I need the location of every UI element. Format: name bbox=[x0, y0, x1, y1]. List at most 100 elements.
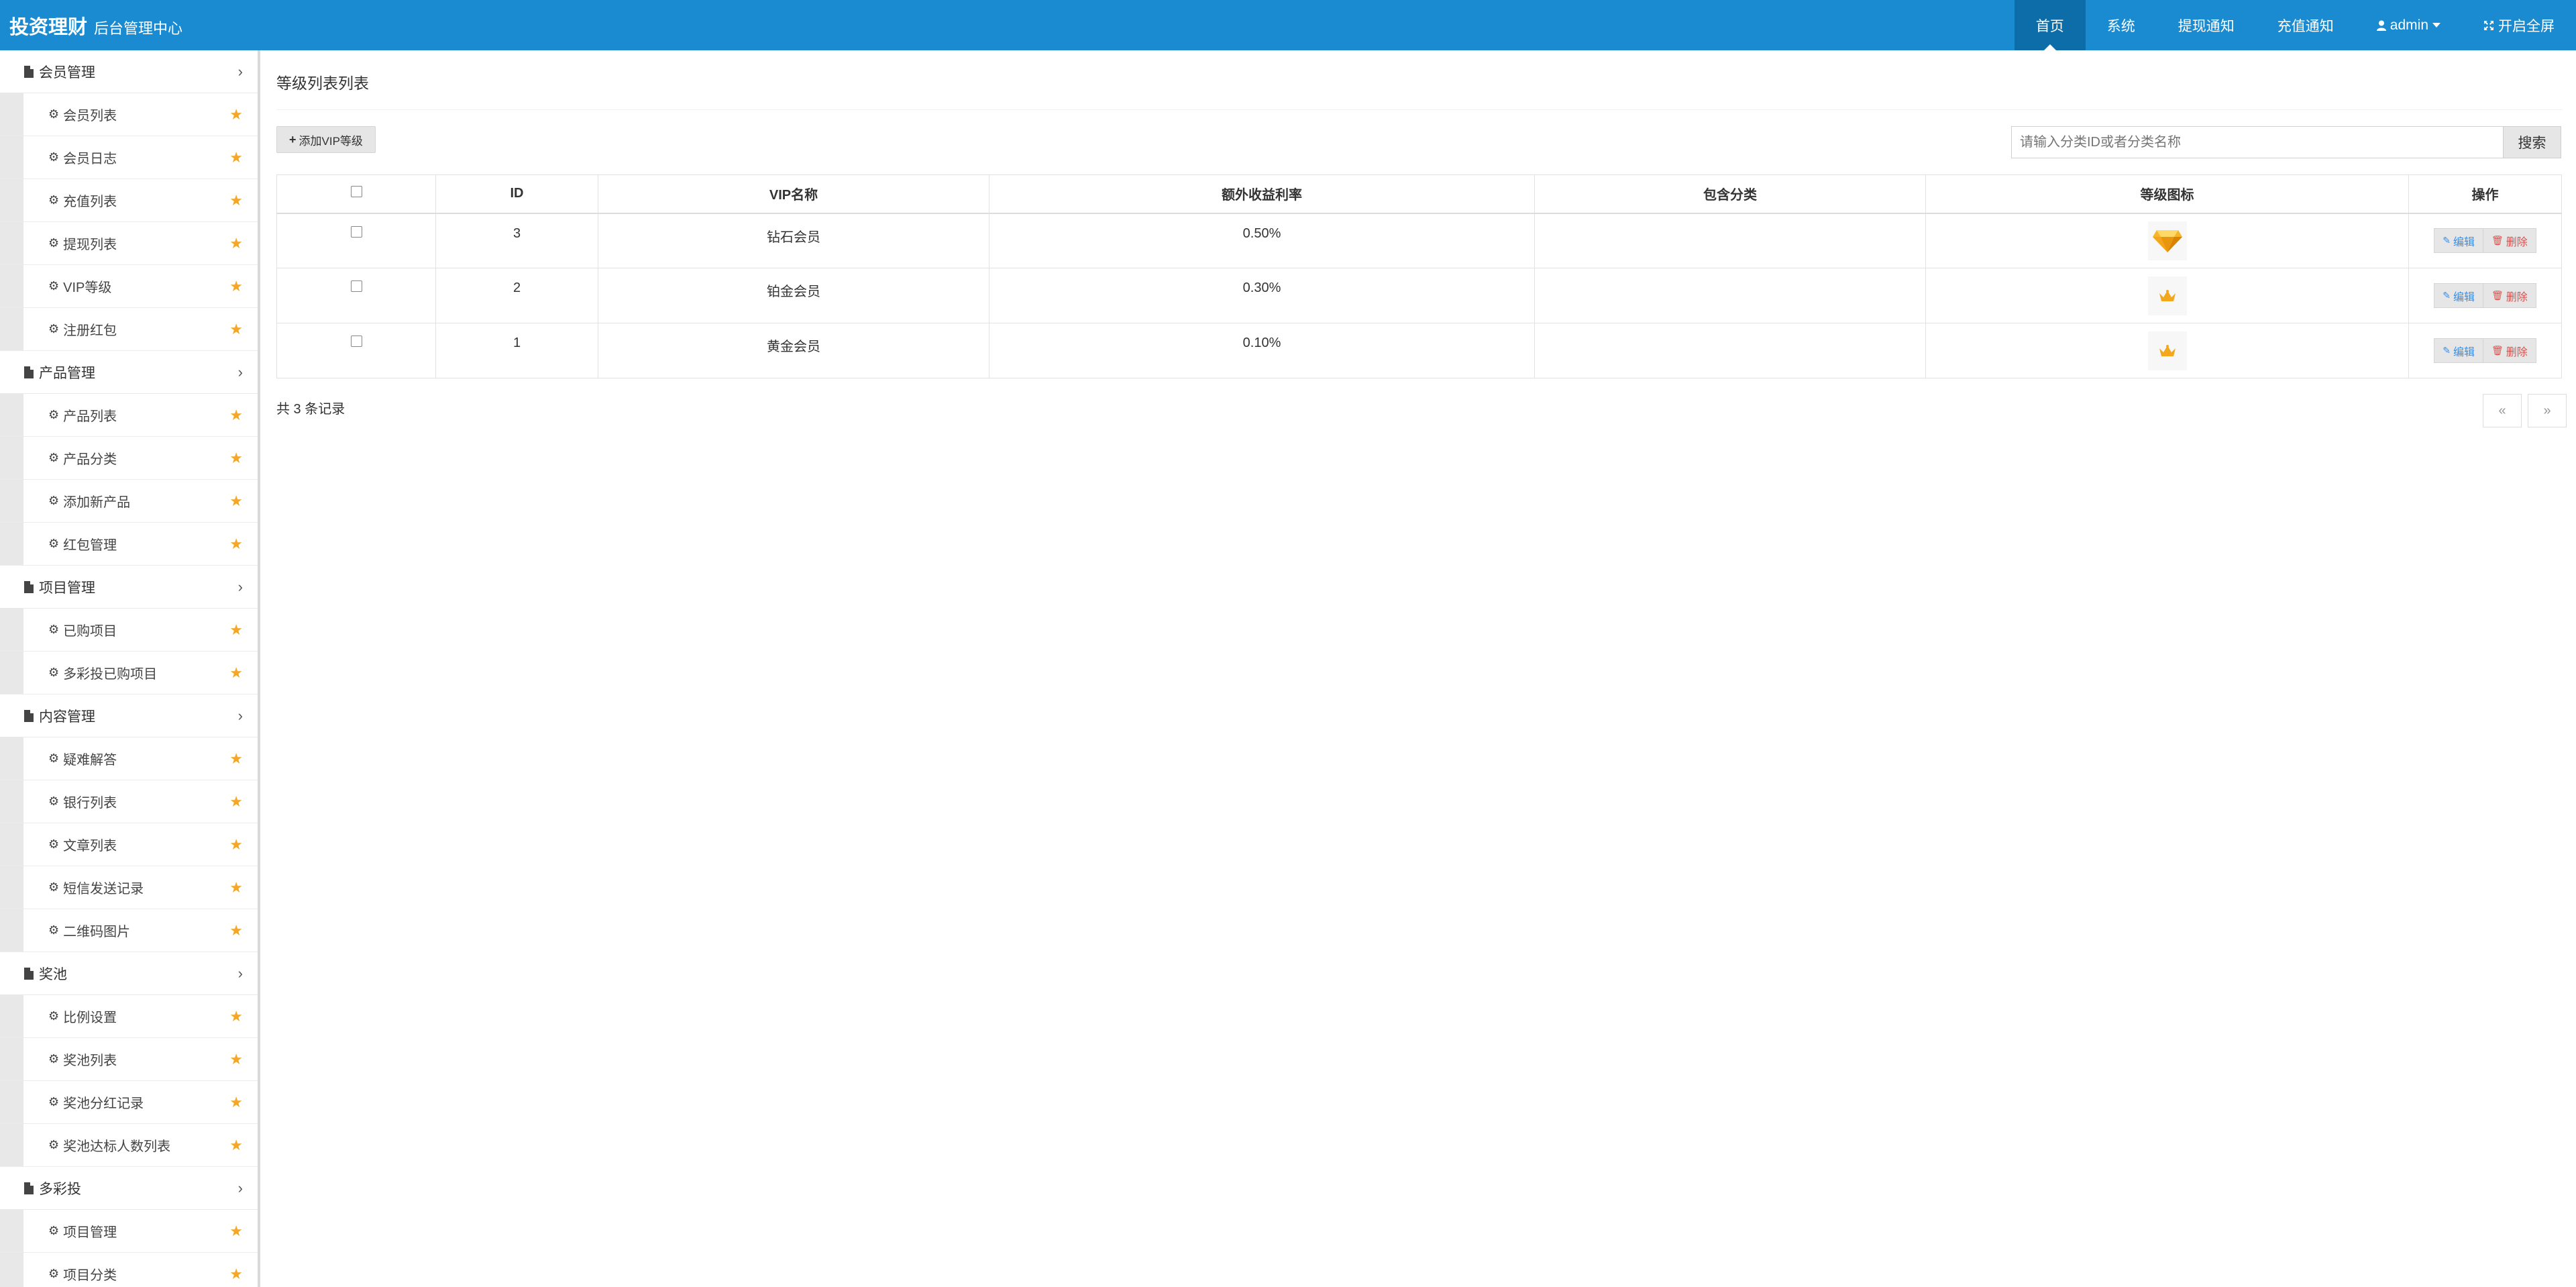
sidebar-group-projects[interactable]: 项目管理 › bbox=[0, 566, 258, 609]
sidebar-item[interactable]: ⚙ 项目管理 ★ bbox=[0, 1210, 258, 1253]
edit-label: 编辑 bbox=[2453, 346, 2475, 358]
sidebar-group-prize-pool[interactable]: 奖池 › bbox=[0, 952, 258, 995]
sidebar-item[interactable]: ⚙ 奖池达标人数列表 ★ bbox=[0, 1124, 258, 1167]
nav-system[interactable]: 系统 bbox=[2086, 0, 2157, 50]
sidebar-item[interactable]: ⚙ 已购项目 ★ bbox=[0, 609, 258, 652]
sidebar-item[interactable]: ⚙ 会员日志 ★ bbox=[0, 136, 258, 179]
nav-user-label: admin bbox=[2390, 17, 2428, 33]
search-button[interactable]: 搜索 bbox=[2503, 126, 2561, 158]
crown-icon bbox=[2159, 344, 2176, 356]
nav-user-menu[interactable]: admin bbox=[2355, 0, 2462, 50]
select-all-checkbox[interactable] bbox=[350, 186, 362, 198]
sidebar-item-label: 比例设置 bbox=[63, 1011, 117, 1025]
sidebar-item[interactable]: ⚙ 奖池列表 ★ bbox=[0, 1038, 258, 1081]
sidebar-item[interactable]: ⚙ VIP等级 ★ bbox=[0, 265, 258, 308]
delete-button[interactable]: 🗑 删除 bbox=[2483, 338, 2536, 363]
star-icon: ★ bbox=[229, 535, 243, 552]
sidebar-item[interactable]: ⚙ 注册红包 ★ bbox=[0, 308, 258, 351]
sidebar-group-products[interactable]: 产品管理 › bbox=[0, 351, 258, 394]
puzzle-icon: ⚙ bbox=[48, 451, 60, 464]
puzzle-icon: ⚙ bbox=[48, 150, 60, 164]
row-checkbox[interactable] bbox=[350, 225, 362, 238]
puzzle-icon: ⚙ bbox=[48, 107, 60, 121]
search-input[interactable] bbox=[2011, 126, 2503, 158]
add-vip-level-button[interactable]: + 添加VIP等级 bbox=[276, 126, 376, 153]
file-icon bbox=[24, 580, 34, 593]
chevron-down-icon bbox=[2432, 23, 2440, 28]
puzzle-icon: ⚙ bbox=[48, 1095, 60, 1109]
star-icon: ★ bbox=[229, 1265, 243, 1282]
file-icon bbox=[24, 366, 34, 378]
sidebar-item[interactable]: ⚙ 文章列表 ★ bbox=[0, 823, 258, 866]
nav-fullscreen[interactable]: 开启全屏 bbox=[2462, 0, 2576, 50]
edit-button[interactable]: ✎ 编辑 bbox=[2434, 283, 2483, 308]
top-nav: 首页 系统 提现通知 充值通知 admin 开启全屏 bbox=[2014, 0, 2576, 50]
star-icon: ★ bbox=[229, 1136, 243, 1153]
star-icon: ★ bbox=[229, 449, 243, 466]
sidebar-item-label: 文章列表 bbox=[63, 839, 117, 854]
delete-button[interactable]: 🗑 删除 bbox=[2483, 228, 2536, 254]
category-cell bbox=[1534, 268, 1926, 323]
star-icon: ★ bbox=[229, 492, 243, 509]
sidebar-item-label: 短信发送记录 bbox=[63, 882, 144, 896]
crown-icon bbox=[2159, 289, 2176, 301]
puzzle-icon: ⚙ bbox=[48, 880, 60, 894]
diamond-icon bbox=[2152, 229, 2182, 252]
sidebar-item[interactable]: ⚙ 充值列表 ★ bbox=[0, 179, 258, 222]
sidebar-item[interactable]: ⚙ 银行列表 ★ bbox=[0, 780, 258, 823]
sidebar-item-label: VIP等级 bbox=[63, 280, 112, 295]
puzzle-icon: ⚙ bbox=[48, 236, 60, 250]
sidebar-item[interactable]: ⚙ 疑难解答 ★ bbox=[0, 737, 258, 780]
file-icon bbox=[24, 967, 34, 980]
puzzle-icon: ⚙ bbox=[48, 408, 60, 421]
trash-icon: 🗑 bbox=[2491, 235, 2504, 246]
prev-page-button[interactable]: « bbox=[2483, 394, 2522, 427]
category-cell bbox=[1534, 213, 1926, 268]
trash-icon: 🗑 bbox=[2491, 290, 2504, 301]
sidebar-item[interactable]: ⚙ 红包管理 ★ bbox=[0, 523, 258, 566]
chevron-right-icon: › bbox=[237, 964, 243, 982]
edit-button[interactable]: ✎ 编辑 bbox=[2434, 338, 2483, 363]
sidebar-item[interactable]: ⚙ 产品列表 ★ bbox=[0, 394, 258, 437]
row-checkbox[interactable] bbox=[350, 336, 362, 347]
star-icon: ★ bbox=[229, 878, 243, 896]
sidebar-item[interactable]: ⚙ 提现列表 ★ bbox=[0, 222, 258, 265]
star-icon: ★ bbox=[229, 1050, 243, 1068]
sidebar-group-multi-invest[interactable]: 多彩投 › bbox=[0, 1167, 258, 1210]
edit-label: 编辑 bbox=[2453, 236, 2475, 248]
delete-label: 删除 bbox=[2506, 236, 2528, 248]
sidebar-item[interactable]: ⚙ 二维码图片 ★ bbox=[0, 909, 258, 952]
edit-icon: ✎ bbox=[2443, 345, 2451, 356]
sidebar-item[interactable]: ⚙ 项目分类 ★ bbox=[0, 1253, 258, 1287]
edit-icon: ✎ bbox=[2443, 235, 2451, 246]
chevron-right-icon: › bbox=[237, 1179, 243, 1196]
sidebar-item[interactable]: ⚙ 比例设置 ★ bbox=[0, 995, 258, 1038]
sidebar-group-members[interactable]: 会员管理 › bbox=[0, 50, 258, 93]
pagination: « » bbox=[2477, 394, 2567, 427]
nav-home[interactable]: 首页 bbox=[2014, 0, 2086, 50]
sidebar-item-label: 提现列表 bbox=[63, 238, 117, 252]
sidebar-item[interactable]: ⚙ 奖池分红记录 ★ bbox=[0, 1081, 258, 1124]
sidebar-item[interactable]: ⚙ 产品分类 ★ bbox=[0, 437, 258, 480]
level-icon bbox=[2147, 331, 2187, 370]
sidebar-group-label: 内容管理 bbox=[39, 709, 95, 725]
row-actions: ✎ 编辑 🗑 删除 bbox=[2434, 283, 2536, 308]
sidebar-item[interactable]: ⚙ 添加新产品 ★ bbox=[0, 480, 258, 523]
star-icon: ★ bbox=[229, 792, 243, 810]
sidebar-item[interactable]: ⚙ 短信发送记录 ★ bbox=[0, 866, 258, 909]
nav-recharge-notice[interactable]: 充值通知 bbox=[2256, 0, 2355, 50]
next-page-button[interactable]: » bbox=[2528, 394, 2567, 427]
sidebar-item[interactable]: ⚙ 会员列表 ★ bbox=[0, 93, 258, 136]
sidebar-item-label: 红包管理 bbox=[63, 538, 117, 553]
nav-withdraw-notice[interactable]: 提现通知 bbox=[2157, 0, 2256, 50]
star-icon: ★ bbox=[229, 191, 243, 209]
id-cell: 2 bbox=[435, 268, 598, 323]
sidebar-group-content[interactable]: 内容管理 › bbox=[0, 694, 258, 737]
top-bar: 投资理财 后台管理中心 首页 系统 提现通知 充值通知 admin 开启全屏 bbox=[0, 0, 2576, 50]
puzzle-icon: ⚙ bbox=[48, 1052, 60, 1066]
puzzle-icon: ⚙ bbox=[48, 666, 60, 679]
row-checkbox[interactable] bbox=[350, 280, 362, 292]
sidebar-item[interactable]: ⚙ 多彩投已购项目 ★ bbox=[0, 652, 258, 694]
delete-button[interactable]: 🗑 删除 bbox=[2483, 283, 2536, 308]
edit-button[interactable]: ✎ 编辑 bbox=[2434, 228, 2483, 254]
